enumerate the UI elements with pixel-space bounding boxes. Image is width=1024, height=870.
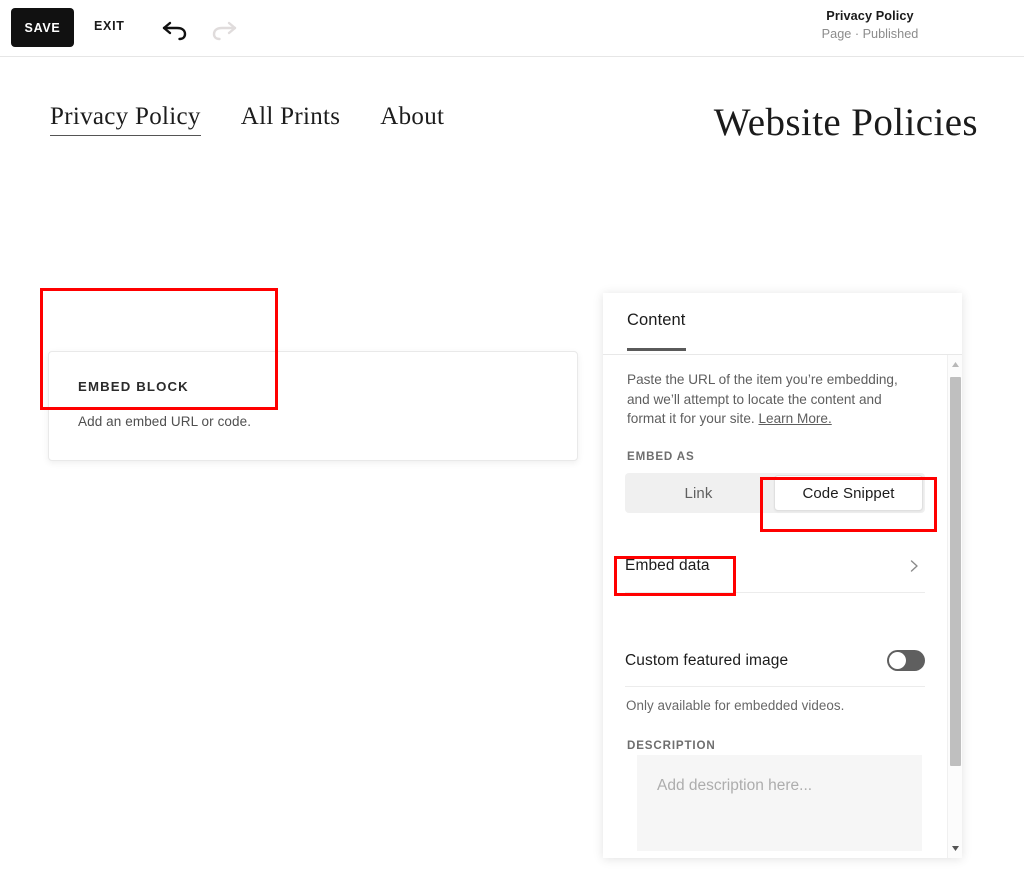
redo-arrow-icon[interactable] [209, 13, 239, 43]
scroll-up-arrow-icon[interactable] [948, 357, 962, 372]
embed-data-row[interactable]: Embed data [625, 540, 925, 593]
panel-scrollbar[interactable] [947, 355, 962, 858]
embed-data-label: Embed data [625, 557, 710, 574]
panel-help-text: Paste the URL of the item you’re embeddi… [627, 370, 917, 429]
embed-block-title: EMBED BLOCK [78, 379, 189, 394]
custom-featured-image-note: Only available for embedded videos. [626, 698, 845, 713]
custom-featured-image-toggle[interactable] [887, 650, 925, 671]
content-settings-panel: Content Paste the URL of the item you’re… [603, 293, 962, 858]
embed-block-subtitle: Add an embed URL or code. [78, 414, 252, 429]
undo-arrow-icon[interactable] [160, 13, 190, 43]
description-label: DESCRIPTION [627, 739, 716, 752]
toggle-knob [889, 652, 906, 669]
scrollbar-thumb[interactable] [950, 377, 961, 766]
site-nav-item-all-prints[interactable]: All Prints [241, 103, 341, 135]
custom-featured-image-row: Custom featured image [625, 635, 925, 687]
scroll-down-arrow-icon[interactable] [948, 841, 962, 856]
site-nav-item-privacy-policy[interactable]: Privacy Policy [50, 103, 201, 136]
page-title: Privacy Policy [826, 9, 914, 23]
embed-as-label: EMBED AS [627, 450, 695, 463]
save-button[interactable]: SAVE [11, 8, 74, 47]
page-status-badge: Page · Published [821, 27, 919, 41]
page-meta: Privacy Policy Page · Published [750, 8, 990, 43]
editor-toolbar: SAVE EXIT Privacy Policy Page · Publishe… [0, 0, 1024, 57]
panel-body: Paste the URL of the item you’re embeddi… [603, 355, 947, 858]
panel-tab-bar: Content [603, 293, 962, 355]
learn-more-link[interactable]: Learn More. [758, 411, 831, 426]
description-input[interactable] [637, 755, 922, 851]
tab-content[interactable]: Content [627, 311, 686, 351]
chevron-right-icon [906, 558, 922, 574]
segment-code-snippet[interactable]: Code Snippet [774, 475, 923, 511]
editor-screen: SAVE EXIT Privacy Policy Page · Publishe… [0, 0, 1024, 870]
site-nav: Privacy Policy All Prints About [50, 103, 444, 136]
segment-link[interactable]: Link [625, 473, 772, 513]
site-nav-item-about[interactable]: About [380, 103, 444, 135]
site-logo[interactable]: Website Policies [714, 100, 978, 145]
custom-featured-image-label: Custom featured image [625, 651, 789, 669]
exit-button[interactable]: EXIT [94, 19, 125, 33]
embed-as-segmented-control: Link Code Snippet [625, 473, 925, 513]
embed-block-card[interactable]: EMBED BLOCK Add an embed URL or code. [48, 351, 578, 461]
